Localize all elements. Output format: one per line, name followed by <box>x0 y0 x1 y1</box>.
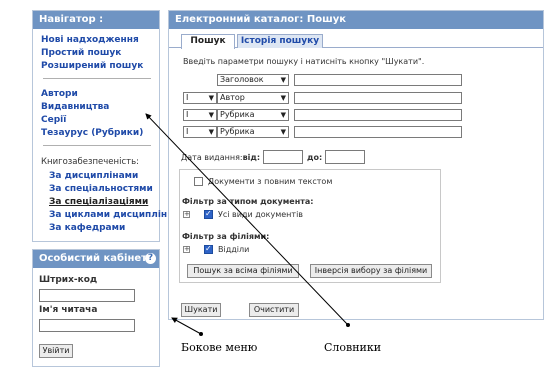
arrow-anchor <box>346 323 350 327</box>
arrow-icon <box>171 317 202 335</box>
arrow-icon <box>145 113 349 326</box>
side-menu-caption: Бокове меню <box>181 341 258 354</box>
annotation-arrows <box>145 113 350 336</box>
arrow-anchor <box>199 332 203 336</box>
dictionaries-caption: Словники <box>324 341 382 354</box>
